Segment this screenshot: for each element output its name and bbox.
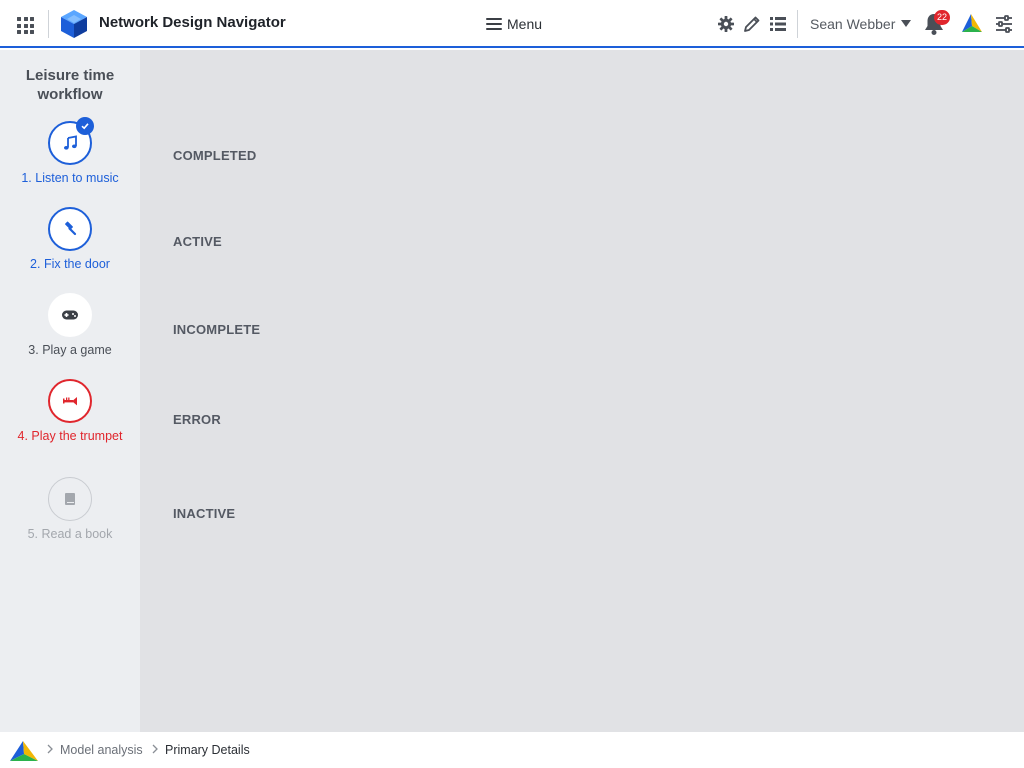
- main-content: COMPLETED ACTIVE INCOMPLETE ERROR INACTI…: [140, 50, 1024, 732]
- state-label-completed: COMPLETED: [173, 148, 257, 163]
- sliders-icon[interactable]: [994, 14, 1014, 34]
- breadcrumb-item-model-analysis[interactable]: Model analysis: [60, 743, 143, 757]
- step-circle: [48, 207, 92, 251]
- step-label: 5. Read a book: [27, 527, 113, 541]
- gear-icon[interactable]: [716, 14, 736, 34]
- chevron-right-icon: [152, 744, 158, 754]
- hammer-icon: [65, 221, 77, 236]
- chevron-right-icon: [47, 744, 53, 754]
- workflow-sidebar: Leisure time workflow 1. Listen to music…: [0, 50, 140, 732]
- gamepad-icon: [62, 310, 78, 320]
- menu-button[interactable]: Menu: [486, 14, 542, 34]
- music-note-icon: [64, 135, 77, 150]
- state-label-incomplete: INCOMPLETE: [173, 322, 261, 337]
- cube-logo-icon: [61, 10, 87, 38]
- step-label: 3. Play a game: [28, 343, 112, 357]
- hamburger-icon: [486, 18, 502, 30]
- app-title: Network Design Navigator: [99, 14, 286, 31]
- state-label-inactive: INACTIVE: [173, 506, 236, 521]
- notification-badge: 22: [934, 10, 951, 25]
- workflow-title: Leisure time workflow: [25, 67, 115, 103]
- step-circle: [48, 379, 92, 423]
- trumpet-icon: [63, 397, 77, 406]
- step-label: 4. Play the trumpet: [17, 429, 123, 443]
- brand-logo-icon[interactable]: [961, 13, 983, 33]
- brand-logo-icon[interactable]: [9, 740, 39, 762]
- list-icon[interactable]: [768, 14, 788, 34]
- step-label: 1. Listen to music: [21, 171, 119, 185]
- header-divider: [797, 10, 798, 38]
- book-icon: [65, 493, 75, 505]
- state-label-error: ERROR: [173, 412, 221, 427]
- step-label: 2. Fix the door: [30, 257, 110, 271]
- breadcrumb-item-primary-details: Primary Details: [165, 743, 250, 757]
- user-dropdown-caret-icon[interactable]: [901, 20, 911, 27]
- state-label-active: ACTIVE: [173, 234, 222, 249]
- header-divider: [48, 10, 49, 38]
- top-bar: Network Design Navigator Menu Sean Webbe: [0, 0, 1024, 48]
- check-icon: [76, 117, 94, 135]
- pencil-icon[interactable]: [742, 14, 762, 34]
- breadcrumb: Model analysis Primary Details: [0, 732, 1024, 768]
- apps-grid-icon[interactable]: [12, 12, 36, 36]
- step-circle: [48, 293, 92, 337]
- user-name[interactable]: Sean Webber: [810, 16, 895, 32]
- step-circle: [48, 477, 92, 521]
- menu-label: Menu: [507, 16, 543, 32]
